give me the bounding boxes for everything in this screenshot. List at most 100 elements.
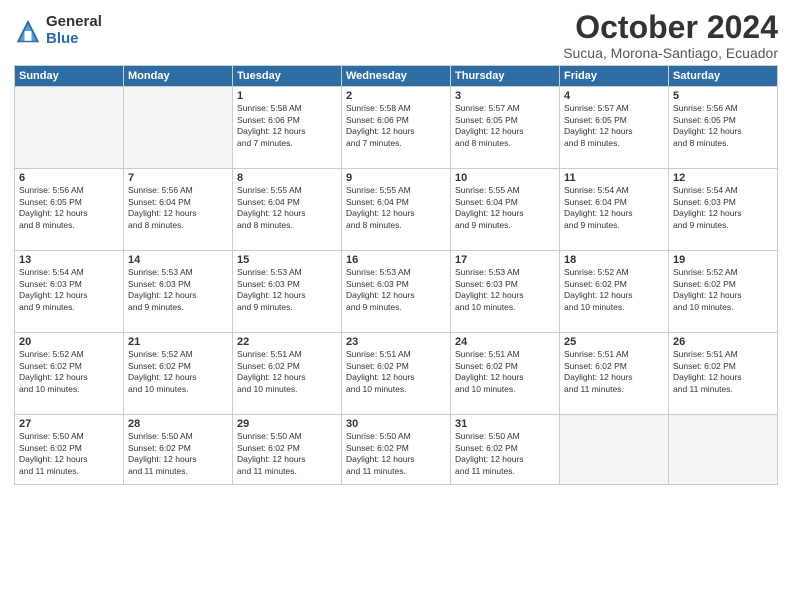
- table-row: 4Sunrise: 5:57 AM Sunset: 6:05 PM Daylig…: [560, 87, 669, 169]
- day-number: 3: [455, 90, 555, 102]
- day-info: Sunrise: 5:52 AM Sunset: 6:02 PM Dayligh…: [564, 267, 664, 313]
- day-info: Sunrise: 5:58 AM Sunset: 6:06 PM Dayligh…: [237, 103, 337, 149]
- table-row: 2Sunrise: 5:58 AM Sunset: 6:06 PM Daylig…: [342, 87, 451, 169]
- day-number: 5: [673, 90, 773, 102]
- table-row: 6Sunrise: 5:56 AM Sunset: 6:05 PM Daylig…: [15, 169, 124, 251]
- day-number: 15: [237, 254, 337, 266]
- table-row: [669, 415, 778, 485]
- day-info: Sunrise: 5:54 AM Sunset: 6:04 PM Dayligh…: [564, 185, 664, 231]
- header-thursday: Thursday: [451, 66, 560, 87]
- day-info: Sunrise: 5:57 AM Sunset: 6:05 PM Dayligh…: [455, 103, 555, 149]
- logo-icon: [14, 17, 42, 45]
- table-row: [15, 87, 124, 169]
- table-row: [124, 87, 233, 169]
- day-number: 10: [455, 172, 555, 184]
- day-info: Sunrise: 5:58 AM Sunset: 6:06 PM Dayligh…: [346, 103, 446, 149]
- table-row: 28Sunrise: 5:50 AM Sunset: 6:02 PM Dayli…: [124, 415, 233, 485]
- table-row: 16Sunrise: 5:53 AM Sunset: 6:03 PM Dayli…: [342, 251, 451, 333]
- header-monday: Monday: [124, 66, 233, 87]
- table-row: 13Sunrise: 5:54 AM Sunset: 6:03 PM Dayli…: [15, 251, 124, 333]
- day-number: 11: [564, 172, 664, 184]
- day-info: Sunrise: 5:53 AM Sunset: 6:03 PM Dayligh…: [128, 267, 228, 313]
- day-number: 1: [237, 90, 337, 102]
- day-info: Sunrise: 5:50 AM Sunset: 6:02 PM Dayligh…: [237, 431, 337, 477]
- day-info: Sunrise: 5:55 AM Sunset: 6:04 PM Dayligh…: [237, 185, 337, 231]
- logo-text: General Blue: [46, 14, 102, 47]
- day-number: 30: [346, 418, 446, 430]
- table-row: 11Sunrise: 5:54 AM Sunset: 6:04 PM Dayli…: [560, 169, 669, 251]
- day-info: Sunrise: 5:56 AM Sunset: 6:04 PM Dayligh…: [128, 185, 228, 231]
- header-wednesday: Wednesday: [342, 66, 451, 87]
- page-container: General Blue October 2024 Sucua, Morona-…: [0, 0, 792, 493]
- day-info: Sunrise: 5:51 AM Sunset: 6:02 PM Dayligh…: [564, 349, 664, 395]
- day-number: 7: [128, 172, 228, 184]
- day-number: 24: [455, 336, 555, 348]
- day-info: Sunrise: 5:50 AM Sunset: 6:02 PM Dayligh…: [346, 431, 446, 477]
- day-number: 31: [455, 418, 555, 430]
- logo-blue: Blue: [46, 31, 102, 48]
- day-number: 21: [128, 336, 228, 348]
- table-row: 5Sunrise: 5:56 AM Sunset: 6:05 PM Daylig…: [669, 87, 778, 169]
- day-info: Sunrise: 5:52 AM Sunset: 6:02 PM Dayligh…: [673, 267, 773, 313]
- month-title: October 2024: [563, 10, 778, 45]
- day-number: 28: [128, 418, 228, 430]
- day-number: 19: [673, 254, 773, 266]
- day-number: 17: [455, 254, 555, 266]
- table-row: 19Sunrise: 5:52 AM Sunset: 6:02 PM Dayli…: [669, 251, 778, 333]
- subtitle: Sucua, Morona-Santiago, Ecuador: [563, 45, 778, 61]
- table-row: 31Sunrise: 5:50 AM Sunset: 6:02 PM Dayli…: [451, 415, 560, 485]
- table-row: 23Sunrise: 5:51 AM Sunset: 6:02 PM Dayli…: [342, 333, 451, 415]
- table-row: 20Sunrise: 5:52 AM Sunset: 6:02 PM Dayli…: [15, 333, 124, 415]
- day-info: Sunrise: 5:50 AM Sunset: 6:02 PM Dayligh…: [128, 431, 228, 477]
- day-info: Sunrise: 5:54 AM Sunset: 6:03 PM Dayligh…: [19, 267, 119, 313]
- day-info: Sunrise: 5:56 AM Sunset: 6:05 PM Dayligh…: [19, 185, 119, 231]
- day-number: 26: [673, 336, 773, 348]
- table-row: 26Sunrise: 5:51 AM Sunset: 6:02 PM Dayli…: [669, 333, 778, 415]
- title-block: October 2024 Sucua, Morona-Santiago, Ecu…: [563, 10, 778, 61]
- table-row: 14Sunrise: 5:53 AM Sunset: 6:03 PM Dayli…: [124, 251, 233, 333]
- table-row: 7Sunrise: 5:56 AM Sunset: 6:04 PM Daylig…: [124, 169, 233, 251]
- table-row: 27Sunrise: 5:50 AM Sunset: 6:02 PM Dayli…: [15, 415, 124, 485]
- day-info: Sunrise: 5:53 AM Sunset: 6:03 PM Dayligh…: [346, 267, 446, 313]
- day-number: 2: [346, 90, 446, 102]
- day-number: 16: [346, 254, 446, 266]
- day-info: Sunrise: 5:52 AM Sunset: 6:02 PM Dayligh…: [19, 349, 119, 395]
- day-info: Sunrise: 5:50 AM Sunset: 6:02 PM Dayligh…: [455, 431, 555, 477]
- day-info: Sunrise: 5:56 AM Sunset: 6:05 PM Dayligh…: [673, 103, 773, 149]
- table-row: 15Sunrise: 5:53 AM Sunset: 6:03 PM Dayli…: [233, 251, 342, 333]
- table-row: 10Sunrise: 5:55 AM Sunset: 6:04 PM Dayli…: [451, 169, 560, 251]
- header-saturday: Saturday: [669, 66, 778, 87]
- day-info: Sunrise: 5:52 AM Sunset: 6:02 PM Dayligh…: [128, 349, 228, 395]
- table-row: 18Sunrise: 5:52 AM Sunset: 6:02 PM Dayli…: [560, 251, 669, 333]
- day-info: Sunrise: 5:51 AM Sunset: 6:02 PM Dayligh…: [346, 349, 446, 395]
- header-friday: Friday: [560, 66, 669, 87]
- day-number: 8: [237, 172, 337, 184]
- header: General Blue October 2024 Sucua, Morona-…: [14, 10, 778, 61]
- table-row: 29Sunrise: 5:50 AM Sunset: 6:02 PM Dayli…: [233, 415, 342, 485]
- table-row: 30Sunrise: 5:50 AM Sunset: 6:02 PM Dayli…: [342, 415, 451, 485]
- day-info: Sunrise: 5:51 AM Sunset: 6:02 PM Dayligh…: [237, 349, 337, 395]
- day-info: Sunrise: 5:50 AM Sunset: 6:02 PM Dayligh…: [19, 431, 119, 477]
- logo: General Blue: [14, 14, 102, 47]
- day-number: 22: [237, 336, 337, 348]
- header-tuesday: Tuesday: [233, 66, 342, 87]
- day-number: 20: [19, 336, 119, 348]
- table-row: 1Sunrise: 5:58 AM Sunset: 6:06 PM Daylig…: [233, 87, 342, 169]
- day-number: 9: [346, 172, 446, 184]
- table-row: [560, 415, 669, 485]
- table-row: 22Sunrise: 5:51 AM Sunset: 6:02 PM Dayli…: [233, 333, 342, 415]
- table-row: 3Sunrise: 5:57 AM Sunset: 6:05 PM Daylig…: [451, 87, 560, 169]
- day-number: 23: [346, 336, 446, 348]
- day-number: 14: [128, 254, 228, 266]
- calendar-header-row: Sunday Monday Tuesday Wednesday Thursday…: [15, 66, 778, 87]
- table-row: 21Sunrise: 5:52 AM Sunset: 6:02 PM Dayli…: [124, 333, 233, 415]
- day-number: 18: [564, 254, 664, 266]
- logo-general: General: [46, 14, 102, 31]
- table-row: 9Sunrise: 5:55 AM Sunset: 6:04 PM Daylig…: [342, 169, 451, 251]
- table-row: 12Sunrise: 5:54 AM Sunset: 6:03 PM Dayli…: [669, 169, 778, 251]
- calendar-table: Sunday Monday Tuesday Wednesday Thursday…: [14, 65, 778, 485]
- day-number: 4: [564, 90, 664, 102]
- table-row: 25Sunrise: 5:51 AM Sunset: 6:02 PM Dayli…: [560, 333, 669, 415]
- day-number: 27: [19, 418, 119, 430]
- day-info: Sunrise: 5:53 AM Sunset: 6:03 PM Dayligh…: [237, 267, 337, 313]
